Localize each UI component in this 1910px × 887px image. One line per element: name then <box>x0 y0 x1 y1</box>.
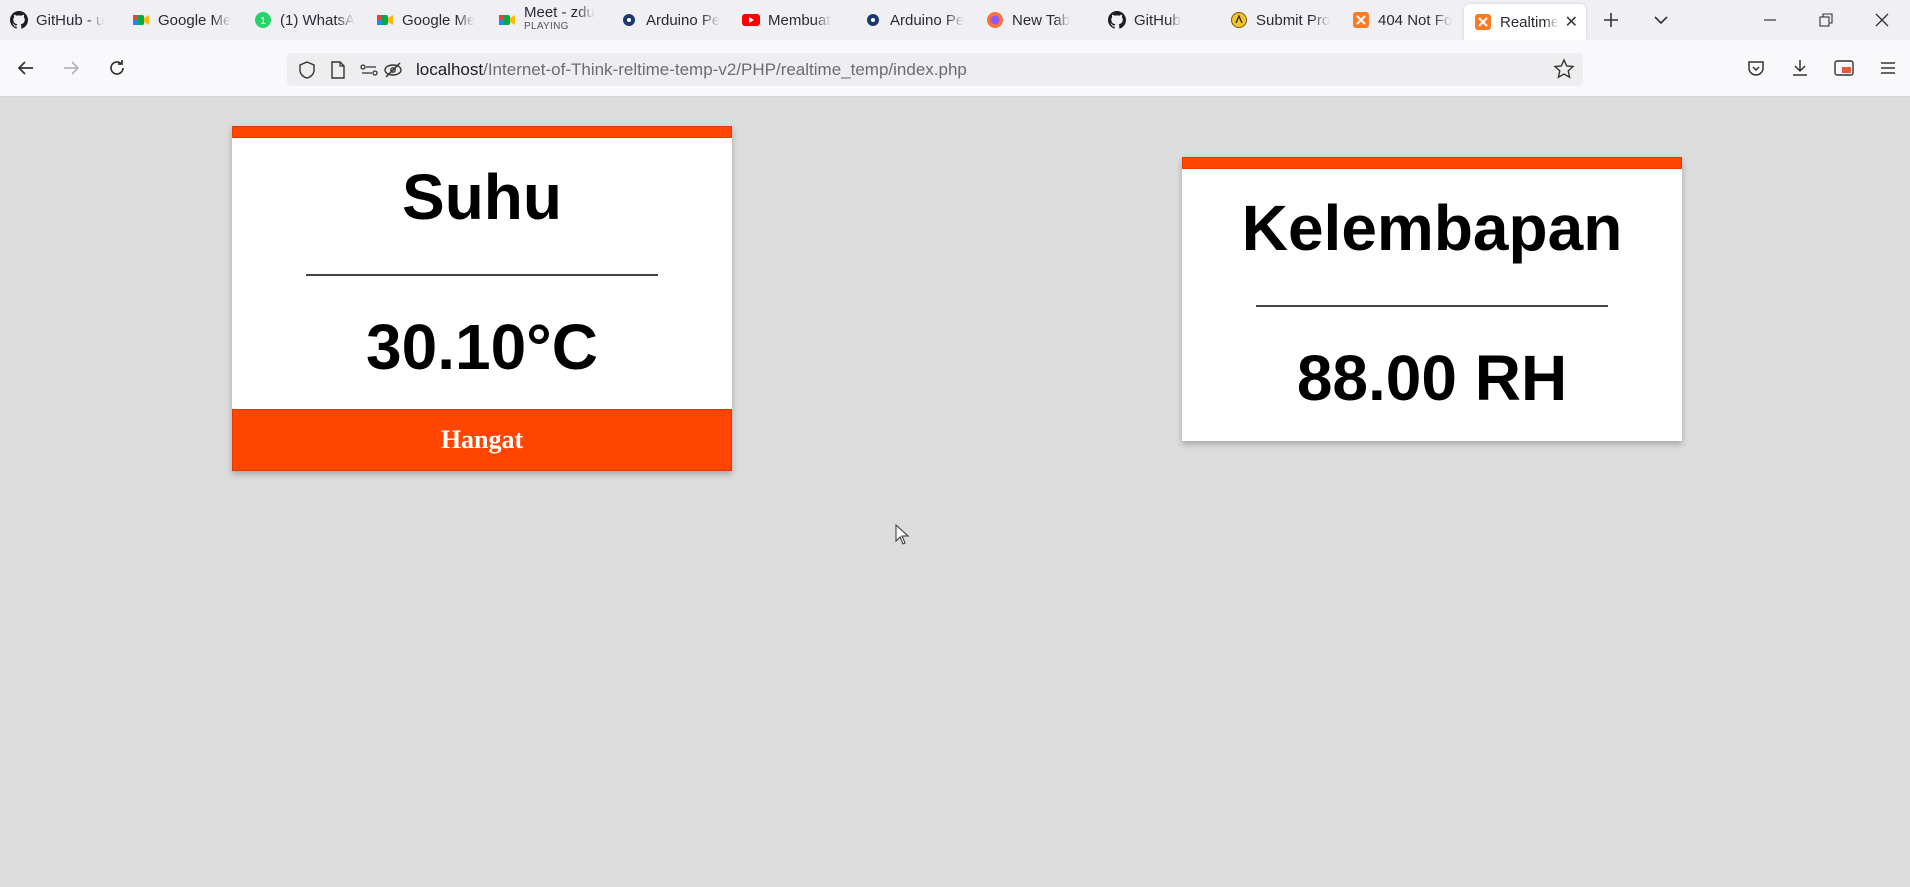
reload-icon[interactable] <box>102 53 132 83</box>
google-meet-icon <box>498 11 516 29</box>
tab-arduino[interactable]: Arduino Pe <box>610 0 732 40</box>
tab-label: Arduino Pe <box>890 11 965 29</box>
download-icon[interactable] <box>1778 53 1822 83</box>
tab-strip: GitHub - u Google Me 1 (1) WhatsA Google… <box>0 0 1910 40</box>
close-tab-icon[interactable]: ✕ <box>1565 12 1578 32</box>
pocket-icon[interactable] <box>1734 53 1778 83</box>
humidity-card: Kelembapan 88.00 RH <box>1182 157 1682 441</box>
tab-label: Submit Pro <box>1256 11 1331 29</box>
new-tab-button[interactable] <box>1586 0 1636 40</box>
google-meet-icon <box>132 11 150 29</box>
tab-submit[interactable]: Submit Pro <box>1220 0 1342 40</box>
temperature-value: 30.10°C <box>366 311 598 383</box>
submit-icon <box>1230 11 1248 29</box>
tab-github[interactable]: GitHub <box>1098 0 1220 40</box>
card-divider <box>1256 305 1608 307</box>
toolbar-right-icons <box>1734 53 1910 83</box>
tab-github[interactable]: GitHub - u <box>0 0 122 40</box>
tab-label: Membuat <box>768 11 831 29</box>
card-accent-bar <box>1182 157 1682 169</box>
shield-icon[interactable] <box>296 59 318 81</box>
tab-list-chevron-down-icon[interactable] <box>1636 0 1686 40</box>
navigation-toolbar: localhost/Internet-of-Think-reltime-temp… <box>0 40 1910 97</box>
youtube-icon <box>742 11 760 29</box>
tab-label: Realtime <box>1500 13 1560 31</box>
forward-arrow-icon[interactable] <box>56 53 86 83</box>
google-meet-icon <box>376 11 394 29</box>
tracking-off-icon[interactable] <box>382 59 404 81</box>
tab-label-group: Meet - zdu PLAYING <box>524 6 595 34</box>
card-divider <box>306 274 658 276</box>
url-path: /Internet-of-Think-reltime-temp-v2/PHP/r… <box>483 59 967 79</box>
tab-youtube[interactable]: Membuat <box>732 0 854 40</box>
bookmark-star-icon[interactable] <box>1553 58 1575 85</box>
url-text[interactable]: localhost/Internet-of-Think-reltime-temp… <box>416 60 967 80</box>
extensions-icon[interactable] <box>1822 53 1866 83</box>
tab-label: 404 Not Fo <box>1378 11 1453 29</box>
svg-text:1: 1 <box>260 16 266 27</box>
window-controls <box>1742 0 1910 40</box>
mouse-cursor-icon <box>895 523 911 551</box>
restore-icon[interactable] <box>1798 0 1854 40</box>
back-arrow-icon[interactable] <box>11 53 41 83</box>
minimize-icon[interactable] <box>1742 0 1798 40</box>
temperature-title: Suhu <box>402 161 562 233</box>
close-window-icon[interactable] <box>1854 0 1910 40</box>
tab-new-tab[interactable]: New Tab <box>976 0 1098 40</box>
whatsapp-icon: 1 <box>254 11 272 29</box>
tab-label: GitHub <box>1134 11 1181 29</box>
humidity-value: 88.00 RH <box>1296 342 1568 414</box>
page-info-icon[interactable] <box>327 59 349 81</box>
firefox-icon <box>986 11 1004 29</box>
address-bar[interactable]: localhost/Internet-of-Think-reltime-temp… <box>287 53 1583 86</box>
tab-label: New Tab <box>1012 11 1071 29</box>
humidity-title: Kelembapan <box>1241 192 1623 264</box>
tab-realtime-active[interactable]: Realtime ✕ <box>1464 4 1586 40</box>
tab-playing-indicator: PLAYING <box>524 21 569 32</box>
url-host: localhost <box>416 59 484 79</box>
tab-label: GitHub - u <box>36 11 105 29</box>
permissions-icon[interactable] <box>358 59 380 81</box>
xampp-icon <box>1474 13 1492 31</box>
menu-hamburger-icon[interactable] <box>1866 53 1910 83</box>
tab-label: Google Me <box>402 11 476 29</box>
temperature-card: Suhu 30.10°C Hangat <box>232 126 732 471</box>
github-icon <box>10 11 28 29</box>
tab-label: Google Me <box>158 11 232 29</box>
tab-404[interactable]: 404 Not Fo <box>1342 0 1464 40</box>
xampp-icon <box>1352 11 1370 29</box>
tab-label: (1) WhatsA <box>280 11 356 29</box>
tab-google-meet[interactable]: Google Me <box>366 0 488 40</box>
tab-google-meet[interactable]: Google Me <box>122 0 244 40</box>
tab-label: Arduino Pe <box>646 11 721 29</box>
tab-arduino[interactable]: Arduino Pe <box>854 0 976 40</box>
temperature-status-badge: Hangat <box>232 409 732 471</box>
github-icon <box>1108 11 1126 29</box>
tab-label: Meet - zdu <box>524 6 595 20</box>
card-accent-bar <box>232 126 732 138</box>
arduino-icon <box>620 11 638 29</box>
tab-meet-playing[interactable]: Meet - zdu PLAYING <box>488 0 610 40</box>
arduino-icon <box>864 11 882 29</box>
tab-whatsapp[interactable]: 1 (1) WhatsA <box>244 0 366 40</box>
